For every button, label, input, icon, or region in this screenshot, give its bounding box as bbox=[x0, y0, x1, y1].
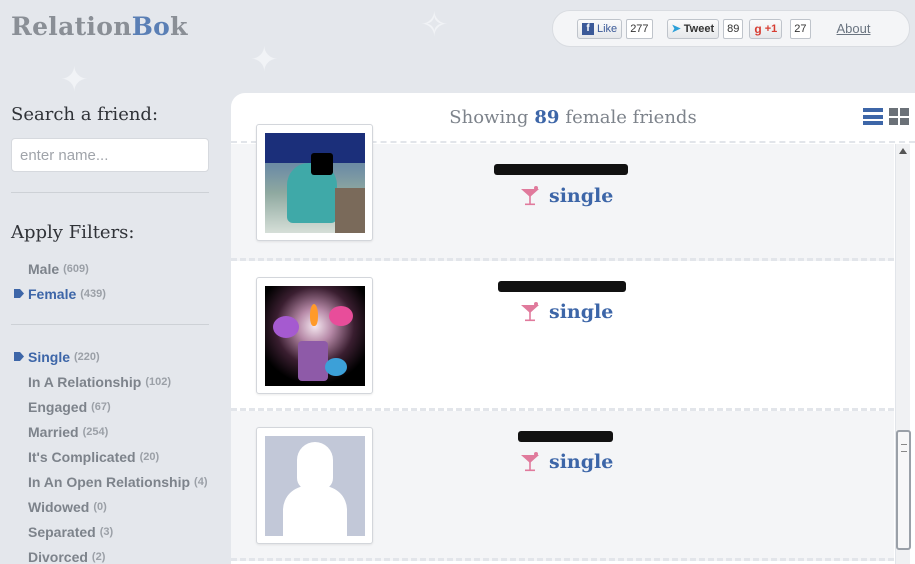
gender-filter-list: Male (609) Female (439) bbox=[14, 256, 106, 306]
search-heading: Search a friend: bbox=[11, 104, 159, 125]
friend-photo[interactable] bbox=[256, 427, 373, 544]
filter-divorced[interactable]: Divorced (2) bbox=[14, 544, 208, 564]
search-friend-input[interactable] bbox=[11, 138, 209, 172]
results-count: 89 bbox=[534, 106, 560, 128]
google-plus-icon: g bbox=[754, 21, 762, 36]
filter-widowed[interactable]: Widowed (0) bbox=[14, 494, 208, 519]
default-female-silhouette bbox=[265, 436, 365, 536]
background-decoration: ✦ bbox=[60, 60, 89, 100]
results-panel: Showing 89 female friends single single … bbox=[231, 93, 915, 564]
view-toggle bbox=[863, 108, 909, 125]
facebook-like-button[interactable]: f Like bbox=[577, 18, 623, 39]
woman-photo bbox=[265, 133, 365, 233]
filter-female[interactable]: Female (439) bbox=[14, 281, 106, 306]
friend-photo[interactable] bbox=[256, 277, 373, 394]
redacted-name bbox=[518, 431, 613, 442]
sidebar-divider bbox=[11, 324, 209, 325]
candle-butterflies-photo bbox=[265, 286, 365, 386]
cocktail-glass-icon bbox=[521, 452, 539, 472]
cocktail-glass-icon bbox=[521, 186, 539, 206]
grip-icon bbox=[901, 444, 907, 452]
scroll-up-arrow-icon[interactable] bbox=[899, 148, 907, 154]
filter-married[interactable]: Married (254) bbox=[14, 419, 208, 444]
tag-icon bbox=[14, 289, 24, 298]
facebook-icon: f bbox=[582, 22, 594, 35]
cocktail-glass-icon bbox=[521, 302, 539, 322]
google-plus-count: 27 bbox=[790, 18, 811, 39]
results-scrollbar[interactable] bbox=[895, 144, 911, 564]
facebook-like-count: 277 bbox=[626, 18, 653, 39]
twitter-bird-icon: ➤ bbox=[671, 23, 681, 35]
filter-open-relationship[interactable]: In An Open Relationship (4) bbox=[14, 469, 208, 494]
grid-view-icon[interactable] bbox=[889, 108, 909, 125]
tag-icon bbox=[14, 352, 24, 361]
friend-photo[interactable] bbox=[256, 124, 373, 241]
tweet-button[interactable]: ➤ Tweet bbox=[666, 18, 720, 39]
filter-its-complicated[interactable]: It's Complicated (20) bbox=[14, 444, 208, 469]
relationship-filter-list: Single (220) In A Relationship (102) Engag… bbox=[14, 344, 208, 564]
friend-row[interactable]: single bbox=[231, 411, 894, 561]
list-view-icon[interactable] bbox=[863, 108, 883, 125]
filter-in-a-relationship[interactable]: In A Relationship (102) bbox=[14, 369, 208, 394]
about-link[interactable]: About bbox=[837, 21, 871, 36]
filter-engaged[interactable]: Engaged (67) bbox=[14, 394, 208, 419]
friend-row[interactable]: single bbox=[231, 124, 894, 261]
social-share-bar: f Like 277 ➤ Tweet 89 g +1 27 About bbox=[552, 10, 910, 47]
background-decoration: ✦ bbox=[250, 40, 279, 80]
redacted-name bbox=[494, 164, 628, 175]
scrollbar-thumb[interactable] bbox=[896, 430, 911, 550]
redacted-name bbox=[498, 281, 626, 292]
sidebar-divider bbox=[11, 192, 209, 193]
relationship-status: single bbox=[519, 185, 613, 207]
filter-separated[interactable]: Separated (3) bbox=[14, 519, 208, 544]
background-decoration: ✧ bbox=[420, 5, 449, 45]
friend-row[interactable]: single bbox=[231, 261, 894, 411]
filter-single[interactable]: Single (220) bbox=[14, 344, 208, 369]
relationship-status: single bbox=[519, 451, 613, 473]
filter-male[interactable]: Male (609) bbox=[14, 256, 106, 281]
tweet-count: 89 bbox=[723, 18, 744, 39]
relationship-status: single bbox=[519, 301, 613, 323]
app-logo[interactable]: RelationBok bbox=[11, 12, 188, 41]
friend-list: single single single bbox=[231, 124, 894, 561]
google-plus-one-button[interactable]: g +1 bbox=[749, 18, 783, 39]
filters-heading: Apply Filters: bbox=[11, 222, 135, 243]
